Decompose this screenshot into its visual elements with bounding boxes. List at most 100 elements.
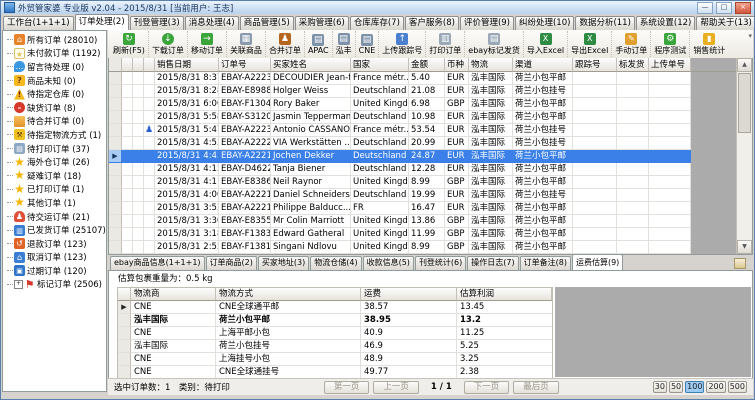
menu-tab[interactable]: 刊登管理(3) [130,16,184,30]
table-row[interactable]: 2015/8/31 5:47 EBAY-A22234 Antonio CASSA… [109,124,736,137]
sidebar-item[interactable]: 缺货订单 (8) [3,101,106,115]
row-selector-cell[interactable] [109,72,122,85]
toolbar-button[interactable]: 程序测试 [650,31,689,57]
sidebar-item[interactable]: 过期订单 (120) [3,264,106,278]
sidebar-item[interactable]: 待指定物流方式 (1) [3,128,106,142]
column-header-amount[interactable]: 金额 [409,58,445,72]
row-selector-cell[interactable] [109,163,122,176]
detail-tab[interactable]: 收款信息(5) [363,256,414,270]
row-selector-cell[interactable] [109,137,122,150]
scrollbar-thumb[interactable] [738,73,751,133]
table-row[interactable]: 2015/8/31 3:18 EBAY-F1383 Edward Gathera… [109,228,736,241]
column-header-country[interactable]: 国家 [351,58,409,72]
menu-tab[interactable]: 工作台(1+1+1) [3,16,74,30]
table-row[interactable]: 2015/8/31 8:28 EBAY-E8988 Holger Weiss D… [109,85,736,98]
maximize-button[interactable]: □ [716,2,732,14]
column-header-buyer-name[interactable]: 买家姓名 [271,58,351,72]
freight-row[interactable]: 泓丰国际 荷兰小包挂号 46.9 5.25 [118,340,552,353]
sidebar-item[interactable]: 退款订单 (123) [3,237,106,251]
toolbar-button[interactable]: 销售统计 [689,31,728,57]
sidebar-item[interactable]: 待交运订单 (21) [3,210,106,224]
toolbar-button[interactable]: 手动订单 [611,31,650,57]
sidebar-item[interactable]: 待打印订单 (37) [3,142,106,156]
column-header-freight-fee[interactable]: 运费 [361,288,457,301]
menu-tab[interactable]: 评价管理(9) [460,16,514,30]
column-header-sale-date[interactable]: 销售日期 [155,58,219,72]
sidebar-item[interactable]: 所有订单 (28010) [3,33,106,47]
toolbar-button[interactable]: CNE [355,31,379,57]
row-selector-cell[interactable] [109,124,122,137]
detail-tab[interactable]: 订单商品(2) [206,256,257,270]
scroll-up-button[interactable]: ▲ [737,58,752,72]
column-header-channel[interactable]: 渠道 [513,58,573,72]
detail-tab[interactable]: ebay商品信息(1+1+1) [110,256,205,270]
sidebar-item[interactable]: 海外仓订单 (26) [3,155,106,169]
sidebar-item[interactable]: 未付款订单 (1192) [3,47,106,61]
toolbar-button[interactable]: 泓丰 [332,31,355,57]
column-header-order-no[interactable]: 订单号 [219,58,271,72]
toolbar-button[interactable]: APAC [304,31,332,57]
toolbar-button[interactable]: 导出Excel [567,31,611,57]
select-all-header-cell[interactable] [109,58,122,72]
table-row[interactable]: 2015/8/31 4:11 EBAY-E8386 Neil Raynor Un… [109,176,736,189]
page-size-button[interactable]: 500 [728,381,747,393]
table-row[interactable]: 2015/8/31 4:53 EBAY-A22220 VIA Werkstätt… [109,137,736,150]
toolbar-button[interactable]: 关联商品 [226,31,265,57]
row-selector-cell[interactable] [109,111,122,124]
detail-tab[interactable]: 买家地址(3) [258,256,309,270]
detail-tab[interactable]: 订单备注(8) [520,256,571,270]
sidebar-item[interactable]: 留言待处理 (0) [3,60,106,74]
menu-tab[interactable]: 系统设置(12) [636,16,695,30]
table-row[interactable]: 2015/8/31 4:00 EBAY-A22218 Daniel Schnei… [109,189,736,202]
close-button[interactable]: × [735,2,751,14]
next-page-button[interactable]: 下一页 [464,381,510,394]
toolbar-button[interactable]: ebay标记发货 [464,31,523,57]
prev-page-button[interactable]: 上一页 [373,381,419,394]
menu-tab[interactable]: 客户服务(8) [405,16,459,30]
table-row[interactable]: 2015/8/31 5:58 EBAY-S3120... Jasmin Tepp… [109,111,736,124]
table-row[interactable]: 2015/8/31 4:15 EBAY-D4622 Tanja Biener D… [109,163,736,176]
scroll-down-button[interactable]: ▼ [737,240,752,254]
column-header-tracking-no[interactable]: 跟踪号 [573,58,617,72]
minimize-button[interactable]: — [697,2,713,14]
page-size-button[interactable]: 30 [653,381,667,393]
detail-tab[interactable]: 刊登统计(6) [415,256,466,270]
sidebar-item[interactable]: 待合并订单 (0) [3,115,106,129]
expander-icon[interactable]: + [14,280,23,289]
menu-tab[interactable]: 采购管理(6) [295,16,349,30]
detail-tab[interactable]: 物流仓储(4) [310,256,361,270]
table-row[interactable]: 2015/8/31 3:30 EBAY-E8355 Mr Colin Marri… [109,215,736,228]
table-row[interactable]: 2015/8/31 2:55 EBAY-F1381 Singani Ndlovu… [109,241,736,254]
column-header-mark-shipped[interactable]: 标发货 [617,58,649,72]
sidebar-item[interactable]: 已发货订单 (25107) [3,223,106,237]
sidebar-item[interactable]: 取消订单 (123) [3,251,106,265]
page-size-button[interactable]: 200 [706,381,725,393]
toolbar-button[interactable]: 刷新(F5) [110,31,148,57]
column-header-shipping-method[interactable]: 物流方式 [216,288,361,301]
menu-tab[interactable]: 帮助关于(13) [696,16,755,30]
column-header-estimated-profit[interactable]: 估算利润 [457,288,552,301]
row-selector-cell[interactable] [109,202,122,215]
table-row[interactable]: 2015/8/31 4:45 EBAY-A22219 Jochen Dekker… [109,150,736,163]
freight-row[interactable]: CNE 上海挂号小包 48.9 3.25 [118,353,552,366]
first-page-button[interactable]: 第一页 [324,381,370,394]
menu-tab[interactable]: 订单处理(2) [75,14,129,30]
toolbar-button[interactable]: 导入Excel [523,31,567,57]
menu-tab[interactable]: 商品管理(5) [240,16,294,30]
table-row[interactable]: 2015/8/31 8:37 EBAY-A22238 DECOUDIER Jea… [109,72,736,85]
table-row[interactable]: 2015/8/31 3:53 EBAY-A22217 Philippe Bald… [109,202,736,215]
page-size-button[interactable]: 100 [685,381,704,393]
row-selector-cell[interactable] [109,189,122,202]
column-header-upload-no[interactable]: 上传单号 [649,58,691,72]
sidebar-item[interactable]: 商品未知 (0) [3,74,106,88]
sidebar-item[interactable]: 疑难订单 (18) [3,169,106,183]
row-selector-cell[interactable] [109,98,122,111]
scrollbar-track[interactable] [737,134,752,240]
menu-tab[interactable]: 仓库库存(7) [350,16,404,30]
toolbar-button[interactable]: 上传跟踪号 [378,31,425,57]
detail-tab[interactable]: 操作日志(7) [467,256,518,270]
row-selector-cell[interactable] [109,228,122,241]
row-selector-cell[interactable] [109,215,122,228]
row-selector-cell[interactable] [109,150,122,163]
page-size-button[interactable]: 50 [669,381,683,393]
